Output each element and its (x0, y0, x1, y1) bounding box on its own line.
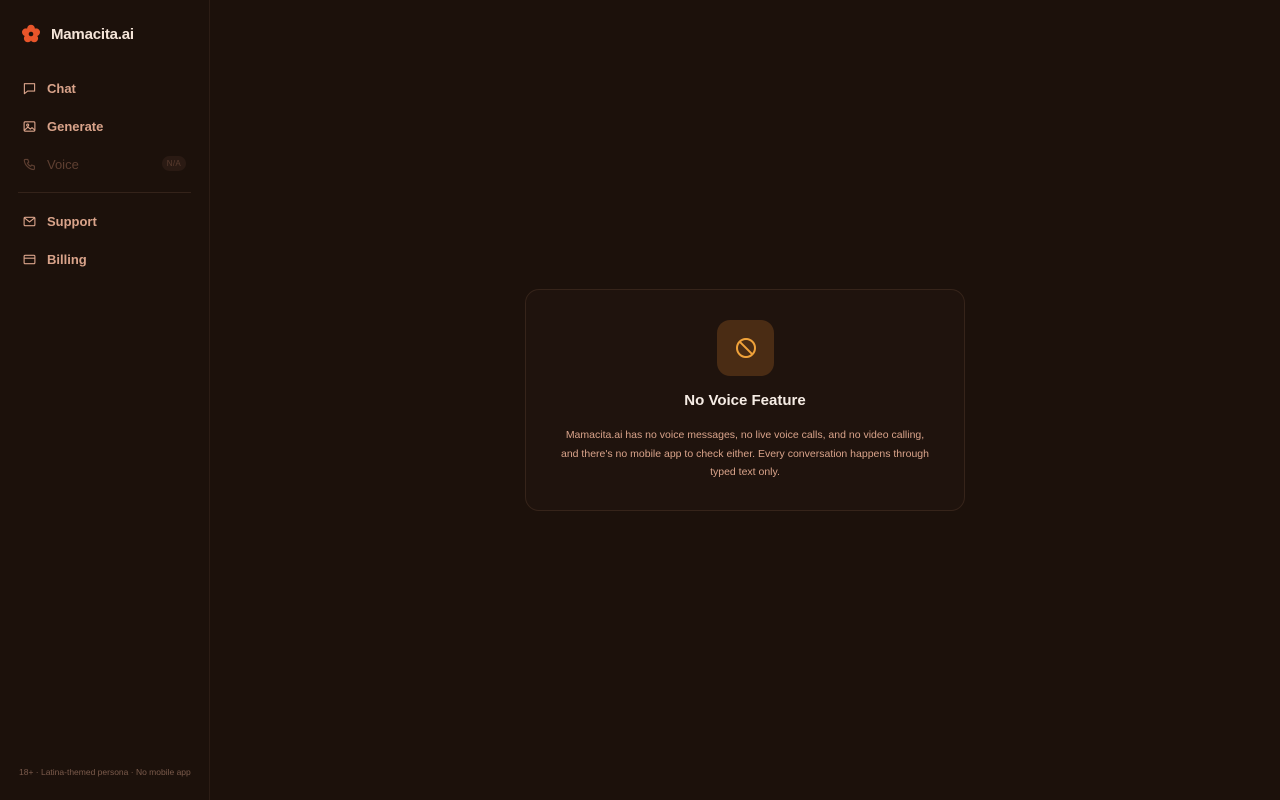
sidebar-item-billing[interactable]: Billing (12, 244, 192, 274)
brand-name: Mamacita.ai (51, 25, 134, 43)
mail-icon (23, 216, 36, 226)
sidebar-item-label: Voice (47, 156, 79, 172)
sidebar-item-label: Billing (47, 251, 87, 267)
notice-body: Mamacita.ai has no voice messages, no li… (561, 429, 929, 478)
credit-card-icon (23, 254, 36, 264)
sidebar-item-label: Generate (47, 118, 104, 134)
sidebar-item-label: Chat (47, 80, 76, 96)
brand[interactable]: Mamacita.ai (21, 24, 134, 44)
na-badge: N/A (161, 156, 186, 171)
sidebar-item-label: Support (47, 213, 97, 229)
notice-icon-badge (717, 320, 774, 376)
sidebar-divider (18, 192, 191, 193)
sidebar-item-support[interactable]: Support (12, 206, 192, 236)
sidebar-footer-note: 18+ · Latina-themed persona · No mobile … (19, 767, 191, 777)
sidebar: Mamacita.ai Chat Generate Voice N/A Supp… (0, 0, 210, 800)
sidebar-item-chat[interactable]: Chat (12, 73, 192, 103)
image-icon (23, 120, 36, 132)
phone-icon (23, 158, 35, 170)
sidebar-item-generate[interactable]: Generate (12, 111, 192, 141)
chat-bubble-icon (23, 82, 36, 94)
notice-title: No Voice Feature (684, 392, 806, 409)
prohibited-icon (735, 338, 756, 358)
flower-icon (22, 24, 40, 43)
sidebar-item-voice[interactable]: Voice N/A (12, 149, 192, 179)
no-voice-notice-card: No Voice Feature Mamacita.ai has no voic… (525, 289, 965, 511)
